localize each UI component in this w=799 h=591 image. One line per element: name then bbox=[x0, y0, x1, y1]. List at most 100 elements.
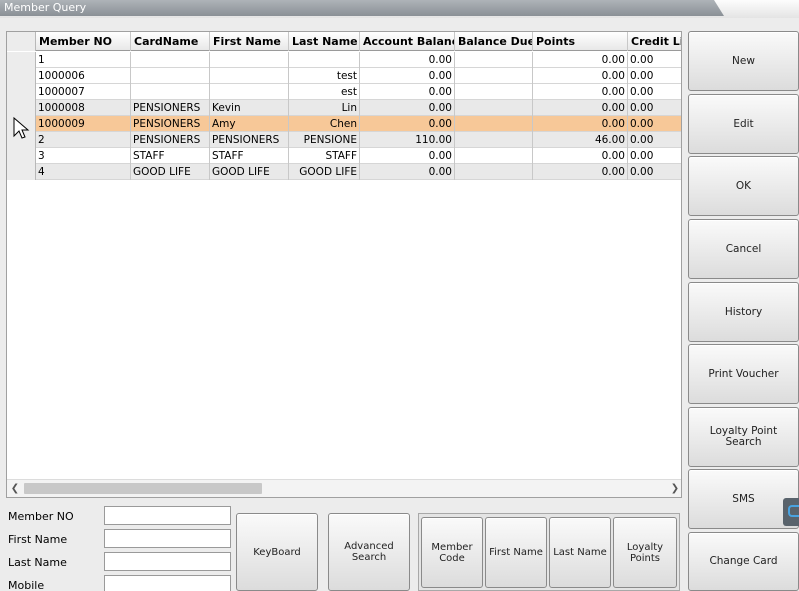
table-row[interactable]: 3 STAFF STAFF STAFF 0.00 0.00 0.00 bbox=[7, 148, 681, 164]
sort-member-code-button[interactable]: Member Code bbox=[421, 517, 483, 588]
table-row[interactable]: 4 GOOD LIFE GOOD LIFE GOOD LIFE 0.00 0.0… bbox=[7, 164, 681, 180]
cell-member-no: 1000008 bbox=[36, 100, 131, 116]
cancel-button[interactable]: Cancel bbox=[688, 219, 799, 279]
new-button[interactable]: New bbox=[688, 31, 799, 91]
mouse-cursor-icon bbox=[13, 116, 30, 139]
cell-first-name bbox=[210, 84, 289, 100]
cell-credit-limit: 0.00 bbox=[628, 84, 681, 100]
cell-card-name bbox=[131, 68, 210, 84]
first-name-label: First Name bbox=[8, 533, 68, 546]
cell-last-name: Lin bbox=[289, 100, 360, 116]
cell-balance-due bbox=[455, 84, 533, 100]
cell-first-name bbox=[210, 68, 289, 84]
print-voucher-button[interactable]: Print Voucher bbox=[688, 344, 799, 404]
column-header-account-balance[interactable]: Account Balance bbox=[360, 32, 455, 51]
row-selector[interactable] bbox=[7, 100, 36, 116]
cell-last-name: GOOD LIFE bbox=[289, 164, 360, 180]
cell-account-balance: 0.00 bbox=[360, 116, 455, 132]
member-no-label: Member NO bbox=[8, 510, 74, 523]
cell-points: 0.00 bbox=[533, 68, 628, 84]
cell-credit-limit: 0.00 bbox=[628, 100, 681, 116]
cell-balance-due bbox=[455, 52, 533, 68]
cell-last-name: est bbox=[289, 84, 360, 100]
advanced-search-button[interactable]: Advanced Search bbox=[328, 513, 410, 591]
cell-balance-due bbox=[455, 100, 533, 116]
column-header-points[interactable]: Points bbox=[533, 32, 628, 51]
cell-balance-due bbox=[455, 68, 533, 84]
row-selector[interactable] bbox=[7, 84, 36, 100]
mobile-label: Mobile bbox=[8, 579, 45, 591]
column-header-last-name[interactable]: Last Name bbox=[289, 32, 360, 51]
table-row-selected[interactable]: 1000009 PENSIONERS Amy Chen 0.00 0.00 0.… bbox=[7, 116, 681, 132]
cell-credit-limit: 0.00 bbox=[628, 164, 681, 180]
cell-points: 0.00 bbox=[533, 148, 628, 164]
cell-balance-due bbox=[455, 164, 533, 180]
column-header-credit-limit[interactable]: Credit Lim bbox=[628, 32, 681, 51]
cell-balance-due bbox=[455, 132, 533, 148]
history-button[interactable]: History bbox=[688, 282, 799, 342]
member-no-input[interactable] bbox=[104, 506, 231, 525]
cell-last-name: Chen bbox=[289, 116, 360, 132]
scrollbar-thumb[interactable] bbox=[24, 483, 262, 494]
first-name-input[interactable] bbox=[104, 529, 231, 548]
horizontal-scrollbar[interactable]: ❮ ❯ bbox=[7, 479, 681, 497]
cell-credit-limit: 0.00 bbox=[628, 116, 681, 132]
table-row[interactable]: 2 PENSIONERS PENSIONERS PENSIONE 110.00 … bbox=[7, 132, 681, 148]
last-name-input[interactable] bbox=[104, 552, 231, 571]
row-selector[interactable] bbox=[7, 164, 36, 180]
cell-first-name: Kevin bbox=[210, 100, 289, 116]
keyboard-button[interactable]: KeyBoard bbox=[236, 513, 318, 591]
cell-card-name: PENSIONERS bbox=[131, 100, 210, 116]
edit-button[interactable]: Edit bbox=[688, 94, 799, 154]
cell-credit-limit: 0.00 bbox=[628, 68, 681, 84]
search-filters: Member NO First Name Last Name Mobile bbox=[0, 500, 236, 591]
grid-header: Member NO CardName First Name Last Name … bbox=[7, 32, 681, 51]
column-header-first-name[interactable]: First Name bbox=[210, 32, 289, 51]
member-grid[interactable]: Member NO CardName First Name Last Name … bbox=[6, 31, 682, 498]
window-title-tab bbox=[0, 0, 724, 16]
cell-first-name: Amy bbox=[210, 116, 289, 132]
sort-last-name-button[interactable]: Last Name bbox=[549, 517, 611, 588]
scroll-left-icon[interactable]: ❮ bbox=[7, 480, 23, 497]
row-selector[interactable] bbox=[7, 148, 36, 164]
table-row[interactable]: 1000006 test 0.00 0.00 0.00 bbox=[7, 68, 681, 84]
loyalty-point-search-button[interactable]: Loyalty Point Search bbox=[688, 407, 799, 467]
row-selector[interactable] bbox=[7, 52, 36, 68]
cell-member-no: 1000007 bbox=[36, 84, 131, 100]
cell-last-name: test bbox=[289, 68, 360, 84]
sort-first-name-button[interactable]: First Name bbox=[485, 517, 547, 588]
cell-points: 0.00 bbox=[533, 164, 628, 180]
cell-credit-limit: 0.00 bbox=[628, 148, 681, 164]
column-header-card-name[interactable]: CardName bbox=[131, 32, 210, 51]
cell-card-name bbox=[131, 52, 210, 68]
table-row[interactable]: 1 0.00 0.00 0.00 bbox=[7, 52, 681, 68]
scroll-right-icon[interactable]: ❯ bbox=[667, 480, 681, 497]
cell-member-no: 2 bbox=[36, 132, 131, 148]
cell-member-no: 1000006 bbox=[36, 68, 131, 84]
cell-first-name: STAFF bbox=[210, 148, 289, 164]
mobile-input[interactable] bbox=[104, 575, 231, 591]
row-selector[interactable] bbox=[7, 68, 36, 84]
change-card-button[interactable]: Change Card bbox=[688, 532, 799, 591]
table-row[interactable]: 1000007 est 0.00 0.00 0.00 bbox=[7, 84, 681, 100]
cell-card-name: GOOD LIFE bbox=[131, 164, 210, 180]
sort-loyalty-points-button[interactable]: Loyalty Points bbox=[613, 517, 677, 588]
side-tab-icon[interactable] bbox=[783, 498, 799, 526]
cell-member-no: 1 bbox=[36, 52, 131, 68]
cell-last-name bbox=[289, 52, 360, 68]
cell-card-name: PENSIONERS bbox=[131, 132, 210, 148]
cell-credit-limit: 0.00 bbox=[628, 132, 681, 148]
cell-credit-limit: 0.00 bbox=[628, 52, 681, 68]
cell-account-balance: 0.00 bbox=[360, 100, 455, 116]
cell-first-name: PENSIONERS bbox=[210, 132, 289, 148]
cell-card-name: PENSIONERS bbox=[131, 116, 210, 132]
cell-points: 46.00 bbox=[533, 132, 628, 148]
cell-first-name bbox=[210, 52, 289, 68]
column-header-balance-due[interactable]: Balance Due bbox=[455, 32, 533, 51]
cell-card-name bbox=[131, 84, 210, 100]
ok-button[interactable]: OK bbox=[688, 156, 799, 216]
cell-account-balance: 0.00 bbox=[360, 164, 455, 180]
table-row[interactable]: 1000008 PENSIONERS Kevin Lin 0.00 0.00 0… bbox=[7, 100, 681, 116]
cell-points: 0.00 bbox=[533, 52, 628, 68]
column-header-member-no[interactable]: Member NO bbox=[36, 32, 131, 51]
